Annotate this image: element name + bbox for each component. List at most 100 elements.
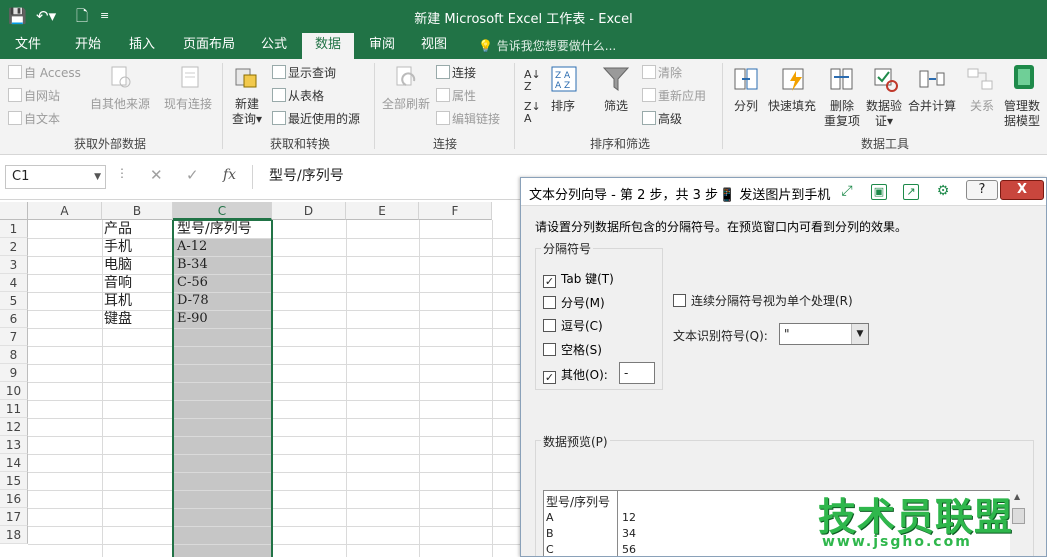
column-header-e[interactable]: E xyxy=(346,202,419,220)
row-header[interactable]: 12 xyxy=(0,418,28,436)
cell-b4[interactable]: 音响 xyxy=(102,274,132,292)
data-validation-button[interactable]: 数据验 证▾ xyxy=(866,99,902,129)
ribbon-separator xyxy=(514,63,515,149)
cancel-icon[interactable]: ✕ xyxy=(150,166,163,184)
scroll-up-icon[interactable]: ▲ xyxy=(1014,492,1020,501)
cell-c3[interactable]: B-34 xyxy=(175,256,208,274)
dialog-title-bar: 文本分列向导 - 第 2 步，共 3 步 📱 发送图片到手机 ⤢ ▣ ↗ ⚙ ?… xyxy=(521,178,1046,206)
row-header[interactable]: 8 xyxy=(0,346,28,364)
tab-page-layout[interactable]: 页面布局 xyxy=(174,33,244,59)
text-qualifier-select[interactable]: " ▼ xyxy=(779,323,869,345)
tell-me-box[interactable]: 💡 告诉我您想要做什么... xyxy=(478,37,616,54)
close-button[interactable]: X xyxy=(1000,180,1044,200)
row-header[interactable]: 14 xyxy=(0,454,28,472)
row-header[interactable]: 10 xyxy=(0,382,28,400)
connections-button[interactable]: 连接 xyxy=(436,65,476,81)
from-access-button[interactable]: 自 Access xyxy=(8,65,81,81)
select-all-corner[interactable] xyxy=(0,202,28,220)
row-header[interactable]: 5 xyxy=(0,292,28,310)
settings-gear-icon[interactable]: ⚙ xyxy=(935,184,951,200)
checkbox-consecutive[interactable]: 连续分隔符号视为单个处理(R) xyxy=(673,292,853,309)
name-box[interactable]: C1 ▼ xyxy=(5,165,106,189)
column-header-a[interactable]: A xyxy=(28,202,102,220)
cell-b6[interactable]: 键盘 xyxy=(102,310,132,328)
row-header[interactable]: 3 xyxy=(0,256,28,274)
advanced-filter-button[interactable]: 高级 xyxy=(642,111,682,127)
tab-data[interactable]: 数据 xyxy=(302,33,354,59)
row-header[interactable]: 15 xyxy=(0,472,28,490)
existing-connections-button[interactable]: 现有连接 xyxy=(164,97,212,112)
cell-b3[interactable]: 电脑 xyxy=(102,256,132,274)
cell-b2[interactable]: 手机 xyxy=(102,238,132,256)
row-header[interactable]: 1 xyxy=(0,220,28,238)
manage-data-model-button[interactable]: 管理数 据模型 xyxy=(1004,99,1040,129)
cell-b1[interactable]: 产品 xyxy=(102,220,132,238)
row-header[interactable]: 2 xyxy=(0,238,28,256)
tab-formulas[interactable]: 公式 xyxy=(250,33,298,59)
enter-icon[interactable]: ✓ xyxy=(186,166,199,184)
refresh-all-icon xyxy=(396,66,416,86)
remove-duplicates-button[interactable]: 删除 重复项 xyxy=(824,99,860,129)
column-header-d[interactable]: D xyxy=(272,202,346,220)
reapply-button[interactable]: 重新应用 xyxy=(642,88,706,104)
tab-review[interactable]: 审阅 xyxy=(358,33,406,59)
tab-insert[interactable]: 插入 xyxy=(118,33,166,59)
expand-icon[interactable]: ⤢ xyxy=(839,184,855,200)
scrollbar-thumb[interactable] xyxy=(1012,508,1025,524)
watermark-url: www.jsgho.com xyxy=(822,534,972,550)
from-web-button[interactable]: 自网站 xyxy=(8,88,60,104)
text-to-columns-button[interactable]: 分列 xyxy=(734,99,758,114)
checkbox-semicolon[interactable]: 分号(M) xyxy=(543,294,605,311)
insert-function-icon[interactable]: fx xyxy=(223,167,236,183)
checkbox-other[interactable]: ✓ 其他(O): xyxy=(543,366,608,384)
flash-fill-button[interactable]: 快速填充 xyxy=(768,99,816,114)
show-queries-button[interactable]: 显示查询 xyxy=(272,65,336,81)
consolidate-button[interactable]: 合并计算 xyxy=(908,99,956,114)
row-header[interactable]: 6 xyxy=(0,310,28,328)
cell-c5[interactable]: D-78 xyxy=(175,292,209,310)
properties-button[interactable]: 属性 xyxy=(436,88,476,104)
refresh-all-button[interactable]: 全部刷新 xyxy=(382,97,430,112)
sort-button[interactable]: 排序 xyxy=(551,99,575,114)
checkbox-space[interactable]: 空格(S) xyxy=(543,341,602,358)
chevron-down-icon[interactable]: ▼ xyxy=(94,166,101,188)
sort-ascending-icon[interactable]: A↓ Z xyxy=(524,69,541,93)
checkbox-comma[interactable]: 逗号(C) xyxy=(543,317,603,334)
column-header-f[interactable]: F xyxy=(419,202,492,220)
from-table-button[interactable]: 从表格 xyxy=(272,88,324,104)
relationships-button[interactable]: 关系 xyxy=(970,99,994,114)
filter-button[interactable]: 筛选 xyxy=(604,99,628,114)
sort-descending-icon[interactable]: Z↓ A xyxy=(524,101,541,125)
help-button[interactable]: ? xyxy=(966,180,998,200)
row-header[interactable]: 9 xyxy=(0,364,28,382)
chevron-down-icon[interactable]: ▼ xyxy=(851,324,868,344)
row-header[interactable]: 7 xyxy=(0,328,28,346)
from-text-button[interactable]: 自文本 xyxy=(8,111,60,127)
row-header[interactable]: 18 xyxy=(0,526,28,544)
tab-view[interactable]: 视图 xyxy=(410,33,458,59)
column-header-b[interactable]: B xyxy=(102,202,173,220)
tab-home[interactable]: 开始 xyxy=(64,33,112,59)
cell-c2[interactable]: A-12 xyxy=(175,238,207,256)
tab-file[interactable]: 文件 xyxy=(6,33,50,59)
clear-filter-button[interactable]: 清除 xyxy=(642,65,682,81)
send-to-phone-button[interactable]: 📱 发送图片到手机 xyxy=(719,184,830,203)
cell-c1[interactable]: 型号/序列号 xyxy=(175,220,252,238)
share-icon[interactable]: ↗ xyxy=(903,184,919,200)
column-header-c[interactable]: C xyxy=(173,202,272,220)
row-header[interactable]: 4 xyxy=(0,274,28,292)
cell-b5[interactable]: 耳机 xyxy=(102,292,132,310)
row-header[interactable]: 13 xyxy=(0,436,28,454)
other-delimiter-input[interactable]: - xyxy=(619,362,655,384)
cell-c4[interactable]: C-56 xyxy=(175,274,208,292)
other-sources-button[interactable]: 自其他来源 xyxy=(90,97,150,112)
edit-links-button[interactable]: 编辑链接 xyxy=(436,111,500,127)
recent-sources-button[interactable]: 最近使用的源 xyxy=(272,111,360,127)
row-header[interactable]: 11 xyxy=(0,400,28,418)
row-header[interactable]: 16 xyxy=(0,490,28,508)
save-screenshot-icon[interactable]: ▣ xyxy=(871,184,887,200)
cell-c6[interactable]: E-90 xyxy=(175,310,208,328)
row-header[interactable]: 17 xyxy=(0,508,28,526)
checkbox-tab[interactable]: ✓ Tab 键(T) xyxy=(543,270,614,288)
new-query-button[interactable]: 新建 查询▾ xyxy=(232,97,262,127)
